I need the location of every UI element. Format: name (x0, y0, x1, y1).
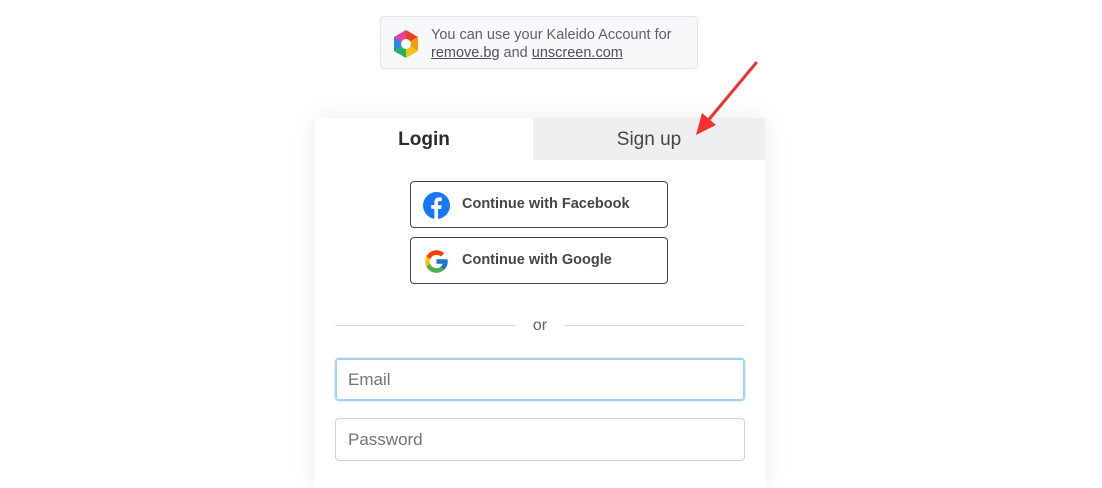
email-field[interactable] (335, 358, 745, 401)
removebg-link[interactable]: remove.bg (431, 45, 500, 61)
facebook-button-label: Continue with Facebook (462, 196, 630, 212)
or-divider: or (335, 316, 745, 336)
divider-or-text: or (532, 317, 548, 334)
kaleido-account-notice: You can use your Kaleido Account for rem… (380, 16, 698, 69)
notice-text: You can use your Kaleido Account for rem… (431, 26, 693, 62)
continue-with-facebook-button[interactable]: Continue with Facebook (410, 181, 668, 228)
notice-prefix: You can use your Kaleido Account for (431, 27, 672, 43)
tab-login[interactable]: Login (315, 118, 533, 160)
divider-line-left (335, 325, 515, 326)
notice-and: and (503, 45, 528, 61)
continue-with-google-button[interactable]: Continue with Google (410, 237, 668, 284)
kaleido-logo-icon (394, 30, 418, 58)
unscreen-link[interactable]: unscreen.com (532, 45, 623, 61)
auth-card: Login Sign up Continue with Facebook Con… (315, 118, 765, 488)
facebook-icon (423, 192, 450, 219)
annotation-arrow-icon (696, 61, 758, 135)
google-button-label: Continue with Google (462, 252, 612, 268)
password-field[interactable] (335, 418, 745, 461)
divider-line-right (565, 325, 745, 326)
google-icon (425, 250, 448, 273)
